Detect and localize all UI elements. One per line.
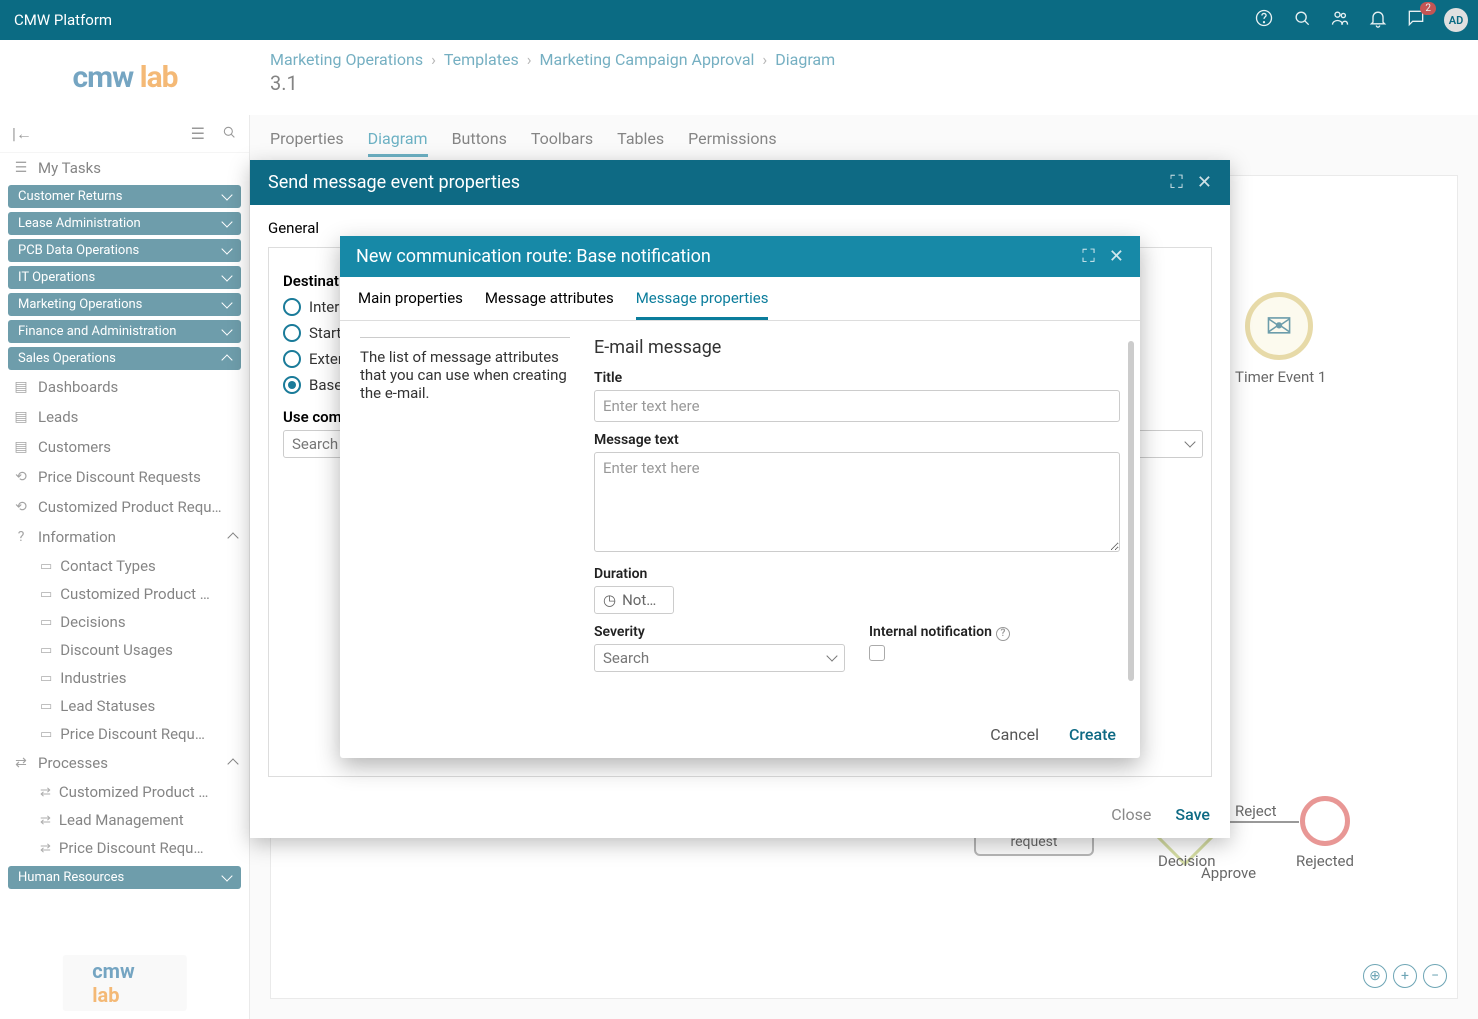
- form-header: E-mail message: [594, 337, 1120, 358]
- close-icon[interactable]: ✕: [1109, 246, 1124, 267]
- expand-icon[interactable]: ⛶: [1170, 172, 1183, 193]
- outer-save-button[interactable]: Save: [1175, 805, 1210, 824]
- people-icon[interactable]: [1330, 8, 1350, 32]
- chevron-down-icon: [1184, 436, 1195, 447]
- title-input[interactable]: [594, 390, 1120, 422]
- scrollbar[interactable]: [1128, 341, 1134, 681]
- create-button[interactable]: Create: [1069, 725, 1116, 744]
- expand-icon[interactable]: ⛶: [1082, 246, 1095, 267]
- top-bar: CMW Platform 2 AD: [0, 0, 1478, 40]
- app-title: CMW Platform: [10, 11, 1254, 29]
- message-textarea[interactable]: [594, 452, 1120, 552]
- outer-modal-title: Send message event properties: [268, 172, 520, 193]
- duration-input[interactable]: ◷Not…: [594, 586, 674, 614]
- inner-tab-properties[interactable]: Message properties: [636, 289, 769, 320]
- inner-tab-main[interactable]: Main properties: [358, 289, 463, 320]
- chat-icon[interactable]: 2: [1406, 8, 1426, 32]
- duration-label: Duration: [594, 566, 1120, 582]
- internal-notification-checkbox[interactable]: [869, 645, 885, 661]
- search-icon[interactable]: [1292, 8, 1312, 32]
- hint-text: The list of message attributes that you …: [360, 337, 570, 695]
- inner-modal: New communication route: Base notificati…: [340, 236, 1140, 758]
- severity-dropdown[interactable]: Search: [594, 644, 845, 672]
- internal-notification-label: Internal notification?: [869, 624, 1120, 641]
- close-icon[interactable]: ✕: [1197, 172, 1212, 193]
- outer-close-button[interactable]: Close: [1111, 805, 1151, 824]
- help-icon[interactable]: ?: [996, 627, 1010, 641]
- clock-icon: ◷: [603, 591, 616, 609]
- outer-tab-general[interactable]: General: [268, 219, 319, 237]
- inner-modal-title: New communication route: Base notificati…: [356, 246, 711, 267]
- chevron-down-icon: [826, 650, 837, 661]
- cancel-button[interactable]: Cancel: [990, 725, 1039, 744]
- inner-tab-attributes[interactable]: Message attributes: [485, 289, 614, 320]
- help-icon[interactable]: [1254, 8, 1274, 32]
- title-label: Title: [594, 370, 1120, 386]
- avatar[interactable]: AD: [1444, 8, 1468, 32]
- message-label: Message text: [594, 432, 1120, 448]
- severity-label: Severity: [594, 624, 845, 640]
- bell-icon[interactable]: [1368, 8, 1388, 32]
- chat-badge: 2: [1420, 2, 1436, 15]
